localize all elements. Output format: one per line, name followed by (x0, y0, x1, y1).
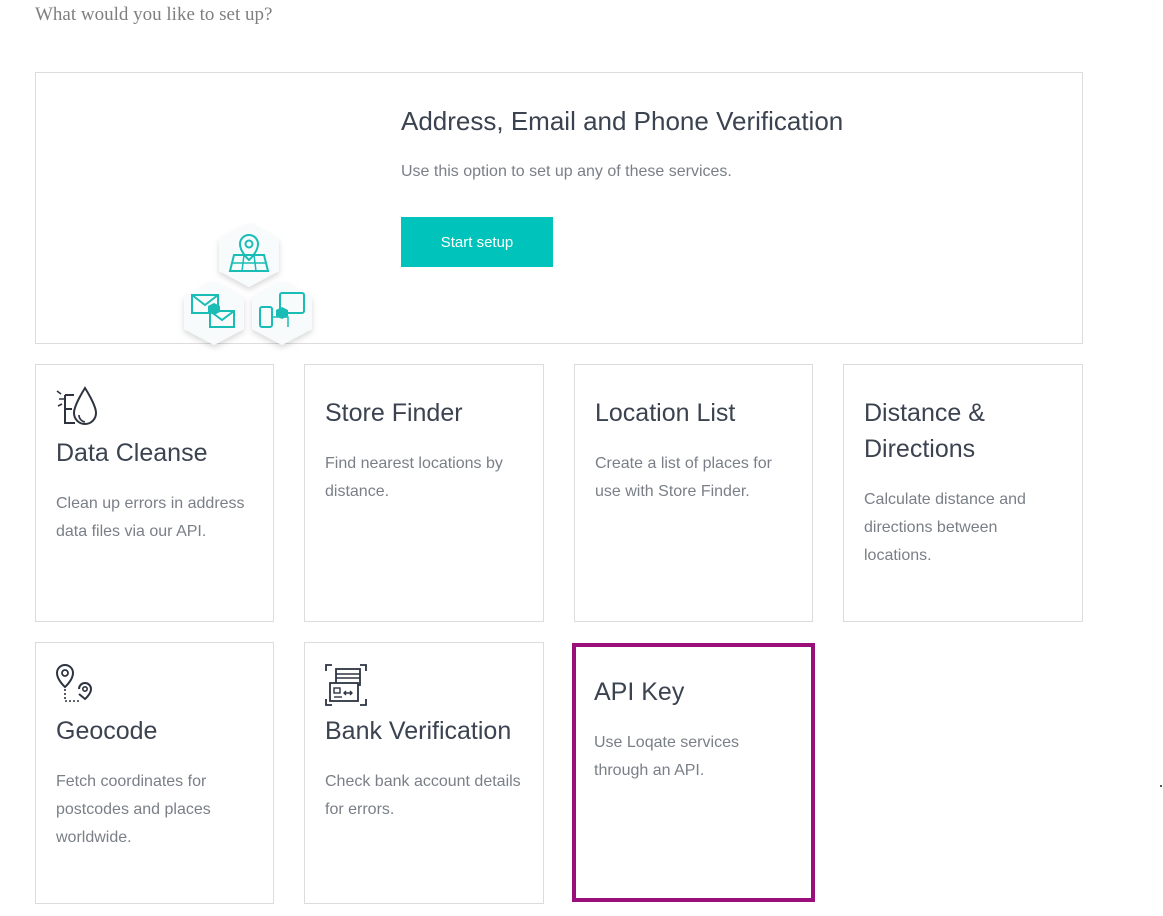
tile-description: Fetch coordinates for postcodes and plac… (56, 773, 211, 846)
verification-services-illustration (184, 223, 312, 345)
tile-title: Location List (595, 399, 736, 427)
geocode-icon (55, 663, 93, 702)
tile-title: Data Cleanse (56, 439, 208, 467)
hero-description: Use this option to set up any of these s… (401, 163, 732, 180)
tile-title: Distance & Directions (864, 399, 985, 463)
tile-description: Calculate distance and directions betwee… (864, 491, 1026, 564)
data-cleanse-icon (56, 386, 98, 425)
tile-title: Geocode (56, 717, 158, 745)
tile-description: Use Loqate services through an API. (594, 734, 739, 779)
stray-dot (1160, 785, 1162, 787)
bank-card-icon (325, 664, 367, 706)
tile-data-cleanse[interactable]: Data Cleanse Clean up errors in address … (35, 364, 274, 622)
devices-hex-icon (252, 281, 312, 345)
tile-store-finder[interactable]: Store Finder Find nearest locations by d… (304, 364, 544, 622)
tile-api-key[interactable]: API Key Use Loqate services through an A… (572, 643, 815, 902)
tile-location-list[interactable]: Location List Create a list of places fo… (574, 364, 813, 622)
tile-bank-verification[interactable]: Bank Verification Check bank account det… (304, 642, 544, 904)
tile-title: API Key (594, 678, 685, 706)
tile-description: Check bank account details for errors. (325, 773, 521, 818)
page-question: What would you like to set up? (35, 4, 273, 25)
tile-geocode[interactable]: Geocode Fetch coordinates for postcodes … (35, 642, 274, 904)
tile-description: Clean up errors in address data files vi… (56, 495, 245, 540)
tile-description: Create a list of places for use with Sto… (595, 455, 772, 500)
tile-distance-directions[interactable]: Distance & Directions Calculate distance… (843, 364, 1083, 622)
map-pin-hex-icon (219, 223, 279, 287)
tile-description: Find nearest locations by distance. (325, 455, 503, 500)
hero-title: Address, Email and Phone Verification (401, 106, 844, 136)
start-setup-button[interactable]: Start setup (401, 217, 553, 267)
tile-title: Store Finder (325, 399, 463, 427)
email-hex-icon (184, 281, 244, 345)
tile-title: Bank Verification (325, 717, 512, 745)
address-email-phone-verification-card[interactable]: Address, Email and Phone Verification Us… (35, 72, 1083, 345)
